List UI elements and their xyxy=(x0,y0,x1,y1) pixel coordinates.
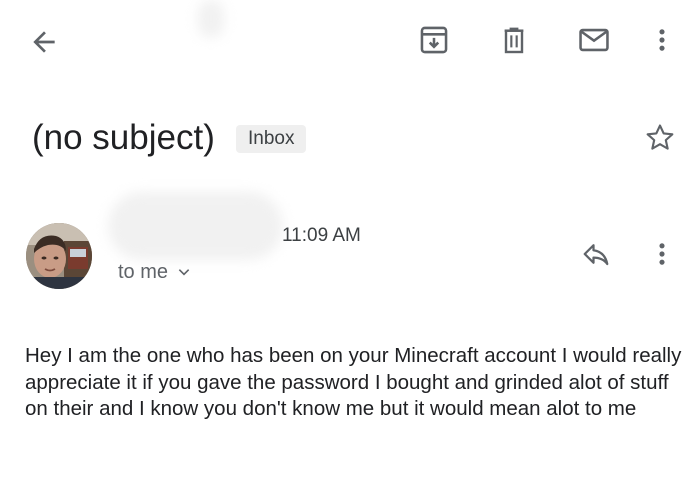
blurred-area-top xyxy=(198,0,224,38)
star-button[interactable] xyxy=(638,116,682,160)
inbox-label-chip[interactable]: Inbox xyxy=(236,125,307,153)
reply-button[interactable] xyxy=(574,234,618,274)
sender-photo xyxy=(26,223,92,289)
star-outline-icon xyxy=(646,124,674,150)
mark-unread-button[interactable] xyxy=(572,20,616,60)
arrow-left-icon xyxy=(33,31,55,53)
email-body: Hey I am the one who has been on your Mi… xyxy=(25,344,682,420)
recipient-label: to me xyxy=(118,261,169,283)
back-button[interactable] xyxy=(22,22,66,62)
email-time: 11:09 AM xyxy=(282,225,361,246)
email-subject: (no subject) xyxy=(32,118,215,157)
archive-button[interactable] xyxy=(412,20,456,60)
blurred-sender-name xyxy=(108,192,283,260)
more-vert-icon xyxy=(659,243,665,265)
chevron-down-icon xyxy=(178,269,190,276)
archive-icon xyxy=(420,26,448,54)
recipient-details-toggle[interactable]: to me xyxy=(118,259,192,285)
more-options-button[interactable] xyxy=(642,20,682,60)
more-vert-icon xyxy=(659,29,665,51)
mail-icon xyxy=(579,28,609,52)
sender-avatar[interactable] xyxy=(26,223,92,289)
reply-icon xyxy=(583,244,609,266)
delete-button[interactable] xyxy=(492,20,536,60)
trash-icon xyxy=(504,27,524,54)
message-more-options-button[interactable] xyxy=(642,234,682,274)
